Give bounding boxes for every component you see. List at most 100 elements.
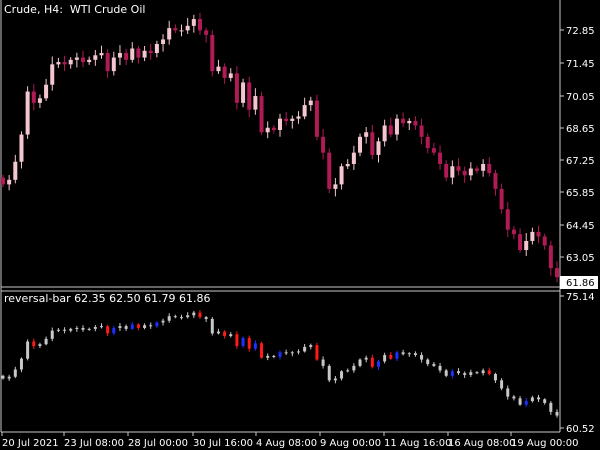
candle-body bbox=[167, 28, 172, 40]
candle-body bbox=[474, 168, 479, 171]
reversal-bar-body bbox=[438, 365, 442, 371]
price-tick-label: 65.85 bbox=[566, 188, 595, 199]
candle-body bbox=[191, 19, 196, 26]
reversal-bar-body bbox=[370, 357, 374, 367]
candle-body bbox=[548, 245, 553, 269]
candle-body bbox=[111, 57, 116, 72]
price-tick: 63.05 bbox=[560, 253, 595, 264]
candle-body bbox=[25, 91, 30, 135]
reversal-bar-body bbox=[124, 326, 128, 329]
price-tick-label: 64.45 bbox=[566, 221, 595, 232]
candle-body bbox=[247, 82, 252, 110]
candle-body bbox=[419, 125, 424, 137]
reversal-bar-body bbox=[512, 396, 516, 399]
reversal-bar-body bbox=[112, 327, 116, 334]
reversal-bar-body bbox=[475, 372, 479, 374]
price-tick-label: 60.52 bbox=[566, 424, 595, 435]
reversal-bar-body bbox=[333, 378, 337, 381]
reversal-bar-body bbox=[216, 331, 220, 334]
reversal-bar-body bbox=[524, 401, 528, 405]
price-tick-label: 63.05 bbox=[566, 253, 595, 264]
price-tick: 72.85 bbox=[560, 26, 595, 37]
reversal-bar-body bbox=[426, 359, 430, 365]
candle-body bbox=[364, 132, 369, 137]
reversal-bar-body bbox=[130, 324, 134, 329]
time-tick-label: 28 Jul 00:00 bbox=[128, 438, 188, 449]
chart-canvas[interactable]: 72.85 71.45 70.05 68.65 67.25 65.85 64.4… bbox=[0, 0, 600, 450]
price-tick: 68.65 bbox=[560, 124, 595, 135]
price-tick-label: 75.14 bbox=[566, 292, 595, 303]
candle-body bbox=[253, 96, 258, 110]
reversal-bar-body bbox=[278, 352, 282, 357]
candle-body bbox=[321, 136, 326, 153]
candle-body bbox=[81, 57, 86, 63]
candle-body bbox=[93, 55, 98, 60]
reversal-bar-body bbox=[413, 353, 417, 356]
candle-body bbox=[314, 100, 319, 137]
timeframe-label: H4 bbox=[43, 3, 60, 16]
reversal-bar-body bbox=[500, 380, 504, 389]
reversal-bar-body bbox=[192, 312, 196, 316]
reversal-bar-body bbox=[149, 325, 153, 327]
reversal-bar-body bbox=[7, 376, 11, 379]
reversal-bar-body bbox=[223, 331, 227, 337]
candle-body bbox=[136, 48, 141, 58]
reversal-bar-body bbox=[303, 346, 307, 352]
reversal-bar-body bbox=[450, 371, 454, 376]
reversal-bar-body bbox=[198, 312, 202, 318]
symbol-label: Crude bbox=[4, 3, 37, 16]
instrument-description: WTI Crude Oil bbox=[69, 3, 146, 16]
reversal-bar-body bbox=[161, 320, 165, 323]
reversal-bar-body bbox=[247, 337, 251, 349]
reversal-bar-body bbox=[26, 341, 30, 359]
candle-body bbox=[296, 116, 301, 119]
reversal-bar-body bbox=[136, 324, 140, 328]
candle-body bbox=[425, 136, 430, 149]
candle-body bbox=[333, 184, 338, 189]
reversal-bar-body bbox=[487, 370, 491, 375]
candle-body bbox=[13, 161, 18, 180]
reversal-bar-body bbox=[173, 316, 177, 318]
price-tick: 71.45 bbox=[560, 59, 595, 70]
candle-body bbox=[327, 152, 332, 189]
candle-body bbox=[37, 98, 42, 103]
time-tick-label: 19 Aug 00:00 bbox=[511, 438, 578, 449]
current-price-label: 61.86 bbox=[566, 278, 595, 289]
price-tick-label: 70.05 bbox=[566, 92, 595, 103]
price-tick: 67.25 bbox=[560, 156, 595, 167]
candle-body bbox=[542, 236, 547, 246]
candle-body bbox=[518, 234, 523, 251]
time-tick-label: 16 Aug 08:00 bbox=[448, 438, 515, 449]
candle-body bbox=[284, 118, 289, 121]
candle-body bbox=[259, 96, 264, 133]
price-tick: 60.52 bbox=[560, 424, 595, 435]
candle-body bbox=[216, 66, 221, 72]
reversal-bar-body bbox=[99, 326, 103, 328]
candle-body bbox=[241, 82, 246, 103]
reversal-bar-body bbox=[118, 326, 122, 328]
candle-body bbox=[407, 120, 412, 124]
reversal-bar-body bbox=[266, 355, 270, 358]
reversal-bar-body bbox=[19, 358, 23, 370]
candle-body bbox=[456, 166, 461, 171]
reversal-bar-body bbox=[364, 357, 368, 360]
candle-body bbox=[31, 91, 36, 103]
candle-body bbox=[302, 105, 307, 117]
price-tick: 75.14 bbox=[560, 292, 595, 303]
reversal-bar-body bbox=[506, 388, 510, 397]
candle-body bbox=[210, 34, 215, 72]
reversal-bar-body bbox=[469, 372, 473, 375]
price-tick-label: 71.45 bbox=[566, 59, 595, 70]
candle-body bbox=[462, 170, 467, 176]
candle-body bbox=[234, 73, 239, 103]
reversal-bar-body bbox=[69, 328, 73, 331]
candle-body bbox=[185, 25, 190, 31]
reversal-bar-body bbox=[210, 318, 214, 334]
candle-body bbox=[99, 53, 104, 56]
reversal-bar-body bbox=[75, 327, 79, 329]
reversal-bar-body bbox=[537, 397, 541, 400]
reversal-bar-body bbox=[235, 334, 239, 347]
candle-body bbox=[56, 62, 61, 65]
time-tick-label: 4 Aug 08:00 bbox=[256, 438, 317, 449]
current-price-marker: 61.86 bbox=[560, 276, 598, 289]
